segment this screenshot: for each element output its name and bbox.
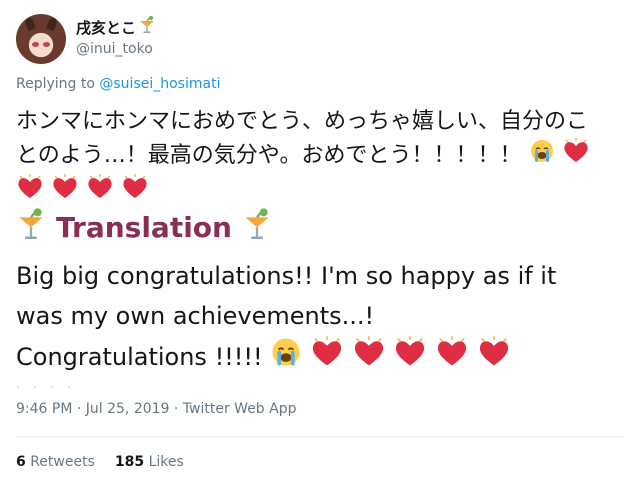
heart-with-sparkle-icon <box>16 174 44 210</box>
divider <box>16 436 624 437</box>
tweet-stats: 6 Retweets 185 Likes <box>16 454 184 470</box>
tropical-drink-icon <box>242 207 272 248</box>
user-handle[interactable]: @inui_toko <box>76 41 156 57</box>
heart-with-sparkle-icon <box>310 336 344 380</box>
tweet-text-line-2-row: とのよう…！最高の気分や。おめでとう！！！！！ <box>16 138 626 174</box>
tweet-text-line-2: とのよう…！最高の気分や。おめでとう！！！！！ <box>16 143 522 168</box>
avatar-horn-right <box>46 16 58 32</box>
likes-count: 185 <box>114 454 145 470</box>
tropical-drink-icon <box>138 15 156 38</box>
translation-line-1: Big big congratulations!! I'm so happy a… <box>16 262 557 290</box>
heart-with-sparkle-icon <box>393 336 427 380</box>
tweet-text-line-1: ホンマにホンマにおめでとう、めっちゃ嬉しい、自分のこ <box>16 109 589 134</box>
avatar-horn-left <box>24 16 36 32</box>
tweet-hearts-row <box>16 174 626 210</box>
display-name[interactable]: 戌亥とこ <box>76 17 136 38</box>
translation-heading: Translation <box>16 207 272 248</box>
likes-label: Likes <box>148 454 184 470</box>
tropical-drink-icon <box>16 207 46 248</box>
display-name-row[interactable]: 戌亥とこ <box>76 15 156 38</box>
heart-with-sparkle-icon <box>51 174 79 210</box>
reply-context: Replying to @suisei_hosimati <box>16 76 220 92</box>
tweet-text: ホンマにホンマにおめでとう、めっちゃ嬉しい、自分のこ とのよう…！最高の気分や。… <box>16 106 626 210</box>
avatar-eye-right <box>43 42 50 47</box>
heart-with-sparkle-icon <box>121 174 149 210</box>
cropped-text-remnant: · · · · <box>16 380 76 396</box>
heart-with-sparkle-icon <box>86 174 114 210</box>
user-info: 戌亥とこ @inui_toko <box>76 15 156 57</box>
likes-stat[interactable]: 185 Likes <box>115 454 184 470</box>
tweet-timestamp[interactable]: 9:46 PM · Jul 25, 2019 · Twitter Web App <box>16 401 297 417</box>
loudly-crying-face-icon <box>270 336 302 380</box>
retweets-stat[interactable]: 6 Retweets <box>16 454 95 470</box>
retweets-label: Retweets <box>30 454 95 470</box>
translation-line-2: was my own achievements...! <box>16 302 375 330</box>
heart-with-sparkle-icon <box>562 138 590 174</box>
reply-prefix: Replying to <box>16 76 95 92</box>
heart-with-sparkle-icon <box>477 336 511 380</box>
translation-line-3: Congratulations !!!!! <box>16 343 263 371</box>
avatar[interactable] <box>16 14 66 64</box>
translation-line-3-row: Congratulations !!!!! <box>16 336 626 380</box>
avatar-eye-left <box>32 42 39 47</box>
translation-title: Translation <box>56 211 232 244</box>
heart-with-sparkle-icon <box>435 336 469 380</box>
retweets-count: 6 <box>16 454 26 470</box>
loudly-crying-face-icon <box>529 138 555 174</box>
heart-with-sparkle-icon <box>352 336 386 380</box>
reply-mention-link[interactable]: @suisei_hosimati <box>99 76 220 92</box>
translation-text: Big big congratulations!! I'm so happy a… <box>16 256 626 380</box>
